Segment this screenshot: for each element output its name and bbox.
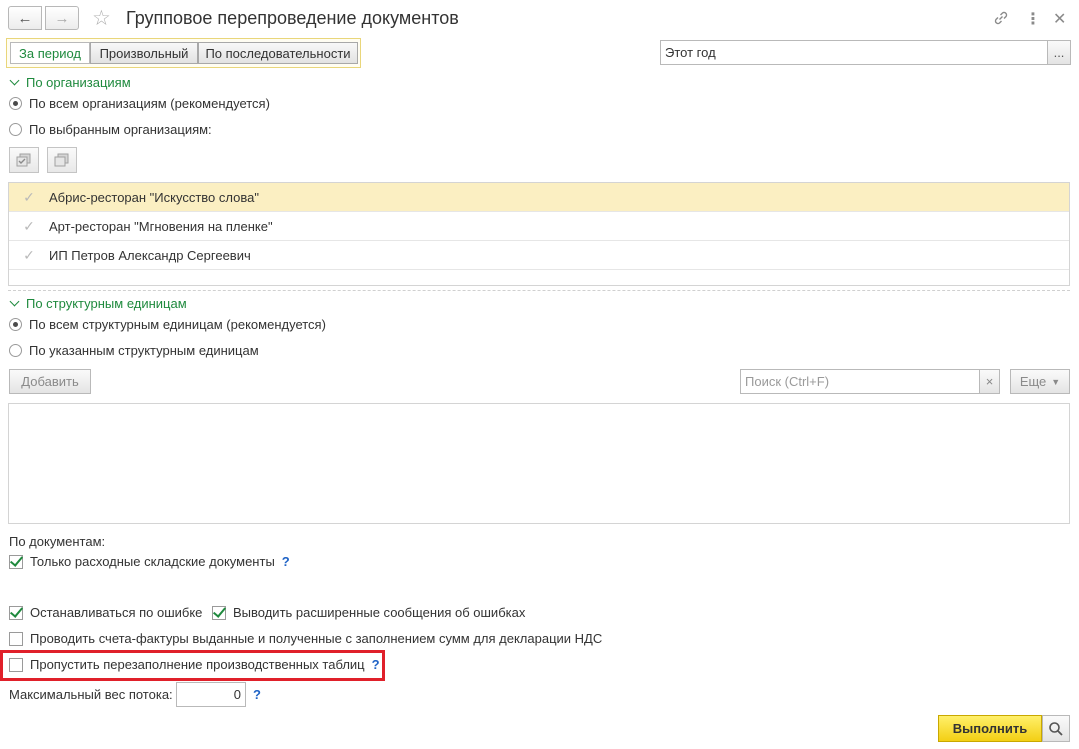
checkmark-icon[interactable]: ✓ (9, 247, 49, 264)
search-input[interactable]: Поиск (Ctrl+F) (740, 369, 980, 394)
chevron-down-icon (9, 296, 20, 307)
org-all-radio-row[interactable]: По всем организациям (рекомендуется) (9, 96, 270, 111)
thread-weight-label: Максимальный вес потока: (9, 687, 173, 702)
units-list (8, 403, 1070, 524)
stop-on-error-row[interactable]: Останавливаться по ошибке (9, 605, 202, 620)
search-clear-button[interactable]: × (979, 369, 1000, 394)
page-title: Групповое перепроведение документов (126, 8, 459, 28)
units-all-radio[interactable] (9, 318, 22, 331)
dropdown-arrow-icon: ▼ (1051, 376, 1061, 387)
more-button[interactable]: Еще ▼ (1010, 369, 1070, 394)
uncheck-all-icon (54, 153, 69, 167)
units-section-toggle[interactable]: По структурным единицам (8, 296, 187, 311)
extended-messages-checkbox[interactable] (212, 605, 226, 620)
divider (8, 290, 1070, 291)
tab-sequence[interactable]: По последовательности (198, 42, 358, 64)
uncheck-all-button[interactable] (47, 147, 77, 173)
help-icon[interactable]: ? (253, 687, 261, 702)
org-selected-radio[interactable] (9, 123, 22, 136)
favorite-star-icon[interactable]: ☆ (92, 6, 111, 31)
more-actions-icon[interactable]: ⋮ (1025, 9, 1041, 29)
organizations-section-toggle[interactable]: По организациям (8, 75, 131, 90)
extended-messages-row[interactable]: Выводить расширенные сообщения об ошибка… (212, 605, 525, 620)
table-row[interactable]: ✓ ИП Петров Александр Сергеевич (9, 241, 1069, 270)
search-icon (1049, 721, 1063, 736)
table-row[interactable]: ✓ Абрис-ресторан "Искусство слова" (9, 183, 1069, 212)
stop-on-error-checkbox[interactable] (9, 605, 23, 620)
invoices-row[interactable]: Проводить счета-фактуры выданные и получ… (9, 631, 602, 646)
tab-period[interactable]: За период (10, 42, 90, 64)
org-all-radio[interactable] (9, 97, 22, 110)
only-outgoing-row[interactable]: Только расходные складские документы ? (9, 554, 290, 569)
period-input[interactable]: Этот год (660, 40, 1048, 65)
documents-label: По документам: (9, 534, 106, 549)
period-tabs: За период Произвольный По последовательн… (6, 38, 361, 68)
checkmark-icon[interactable]: ✓ (9, 218, 49, 235)
add-button[interactable]: Добавить (9, 369, 91, 394)
arrow-left-icon: ← (17, 9, 33, 27)
tab-arbitrary[interactable]: Произвольный (90, 42, 198, 64)
period-choose-button[interactable]: ... (1047, 40, 1071, 65)
org-selected-radio-row[interactable]: По выбранным организациям: (9, 122, 212, 137)
only-outgoing-checkbox[interactable] (9, 554, 23, 569)
forward-button[interactable]: → (45, 6, 79, 30)
thread-weight-input[interactable]: 0 (176, 682, 246, 707)
invoices-checkbox[interactable] (9, 631, 23, 646)
arrow-right-icon: → (54, 9, 70, 27)
search-button[interactable] (1042, 715, 1070, 742)
run-button[interactable]: Выполнить (938, 715, 1042, 742)
check-all-button[interactable] (9, 147, 39, 173)
help-icon[interactable]: ? (282, 554, 290, 569)
check-all-icon (16, 153, 31, 167)
organizations-list: ✓ Абрис-ресторан "Искусство слова" ✓ Арт… (8, 182, 1070, 286)
highlight-frame (0, 650, 385, 681)
table-row[interactable]: ✓ Арт-ресторан "Мгновения на пленке" (9, 212, 1069, 241)
link-icon[interactable] (992, 9, 1010, 32)
close-icon[interactable]: ✕ (1053, 9, 1066, 29)
units-selected-radio-row[interactable]: По указанным структурным единицам (9, 343, 259, 358)
back-button[interactable]: ← (8, 6, 42, 30)
units-selected-radio[interactable] (9, 344, 22, 357)
chevron-down-icon (9, 75, 20, 86)
checkmark-icon[interactable]: ✓ (9, 189, 49, 206)
units-all-radio-row[interactable]: По всем структурным единицам (рекомендуе… (9, 317, 326, 332)
